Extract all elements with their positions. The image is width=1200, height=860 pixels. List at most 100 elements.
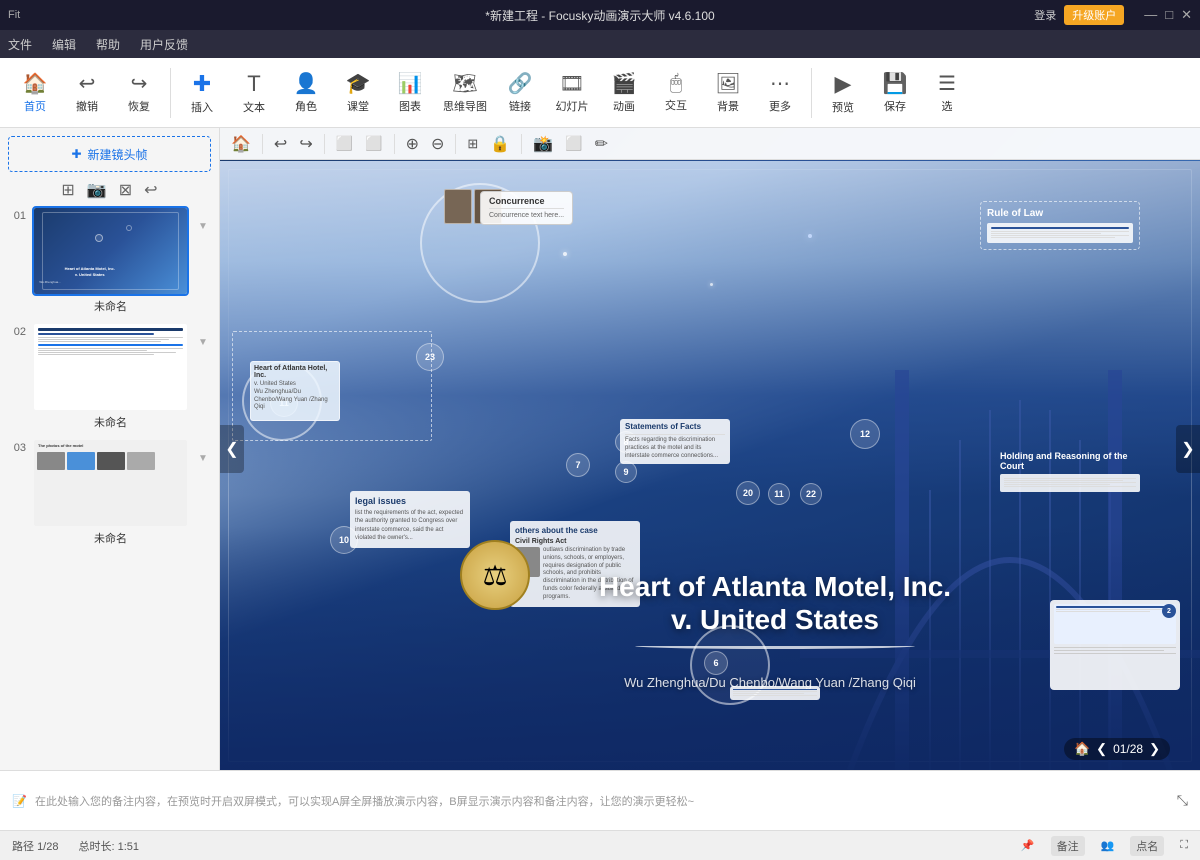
notes-icon: 📝 [12,794,27,808]
tool-select[interactable]: ☰ 选 [922,63,972,123]
node6-card[interactable] [730,686,820,700]
notes-button[interactable]: 备注 [1051,836,1085,856]
rotate-icon[interactable]: ↩ [144,180,157,200]
names-button[interactable]: 点名 [1130,836,1164,856]
node-9[interactable]: 9 [615,461,637,483]
node-2-card[interactable]: 2 [1050,600,1180,690]
tool-more[interactable]: ⋯ 更多 [755,63,805,123]
node-6[interactable]: 6 [704,651,728,675]
node-22[interactable]: 22 [800,483,822,505]
menu-help[interactable]: 帮助 [96,36,120,53]
new-slide-button[interactable]: ✚ 新建镜头帧 [8,136,211,172]
canvas-lock-icon[interactable]: 🔒 [487,132,513,156]
canvas-edit-icon[interactable]: ✏ [592,132,611,156]
rule-of-law-card[interactable]: Rule of Law [980,201,1140,250]
next-page-icon[interactable]: ❯ [1149,741,1160,757]
node-11b[interactable]: 11 [768,483,790,505]
canvas-camera-icon[interactable]: 📸 [530,132,556,156]
legal-issues-card[interactable]: legal issues list the requirements of th… [350,491,470,548]
canvas-zoomin-icon[interactable]: ⊕ [403,132,422,156]
canvas-area: 🏠 ↩ ↪ ⬜ ⬜ ⊕ ⊖ ⊞ 🔒 📸 ⬜ ✏ [220,128,1200,770]
canvas-grid-icon[interactable]: ⊞ [464,134,481,154]
canvas-zoomout-icon[interactable]: ⊖ [428,132,447,156]
tool-classroom-label: 课堂 [347,98,369,114]
toolbar: 🏠 首页 ↩ 撤销 ↪ 恢复 ✚ 插入 T 文本 👤 角色 🎓 课堂 📊 图表 … [0,58,1200,128]
slide-canvas-01: Heart of Atlanta Motel, Inc.v. United St… [34,208,187,294]
menu-edit[interactable]: 编辑 [52,36,76,53]
menu-feedback[interactable]: 用户反馈 [140,36,188,53]
slide-thumb-03[interactable]: The photos of the motel [32,438,189,528]
tool-text[interactable]: T 文本 [229,63,279,123]
node2-card-header [1054,604,1176,644]
slide-nav-right[interactable]: ❯ [1176,425,1200,473]
slide-label-03: 未命名 [32,530,189,546]
node-12[interactable]: 12 [850,419,880,449]
tool-classroom[interactable]: 🎓 课堂 [333,63,383,123]
slide-thumb-02[interactable] [32,322,189,412]
notes-text[interactable]: 在此处输入您的备注内容，在预览时开启双屏模式，可以实现A屏全屏播放演示内容，B屏… [35,793,1177,809]
tool-slideshow[interactable]: 🎞 幻灯片 [547,63,597,123]
nav-right-icon: ❯ [1181,439,1194,459]
tool-redo[interactable]: ↪ 恢复 [114,63,164,123]
tool-save-label: 保存 [884,98,906,114]
menu-file[interactable]: 文件 [8,36,32,53]
upgrade-button[interactable]: 升级账户 [1064,5,1124,25]
canvas-undo-icon[interactable]: ↩ [271,132,290,156]
slide-expand-03[interactable]: ▼ [195,453,211,464]
total-time: 总时长: 1:51 [78,838,139,854]
restore-button[interactable]: □ [1165,7,1173,23]
slide-item-03[interactable]: 03 The photos of the motel [8,438,211,546]
copy-frame-icon[interactable]: ⊞ [61,180,74,200]
node-20[interactable]: 20 [736,481,760,505]
tool-insert[interactable]: ✚ 插入 [177,63,227,123]
holding-card[interactable]: Holding and Reasoning of the Court [1000,451,1140,492]
prev-page-icon[interactable]: ❮ [1096,741,1107,757]
slide-thumb-01[interactable]: Heart of Atlanta Motel, Inc.v. United St… [32,206,189,296]
tool-interaction[interactable]: 🖱 交互 [651,63,701,123]
fit-label[interactable]: Fit [8,9,20,21]
concurrence-box[interactable]: Concurrence Concurrence text here... [480,191,573,225]
login-button[interactable]: 登录 [1034,7,1056,23]
fullscreen-icon[interactable]: ⛶ [1180,839,1188,852]
tool-home[interactable]: 🏠 首页 [10,63,60,123]
minimize-button[interactable]: — [1144,7,1157,23]
tool-undo[interactable]: ↩ 撤销 [62,63,112,123]
page-number: 01/28 [1113,742,1143,756]
notes-expand-icon[interactable]: ⤡ [1177,792,1188,809]
camera-icon[interactable]: 📷 [87,180,107,200]
tool-character[interactable]: 👤 角色 [281,63,331,123]
canvas-frame-icon[interactable]: ⬜ [333,133,356,154]
node-7[interactable]: 7 [566,453,590,477]
new-slide-label: 新建镜头帧 [88,146,148,163]
tool-background[interactable]: 🖼 背景 [703,63,753,123]
node-10[interactable]: 10 [330,526,358,554]
path-label: 路径 [12,841,34,853]
canvas-home-icon[interactable]: 🏠 [228,132,254,156]
close-button[interactable]: ✕ [1181,7,1192,23]
tool-animation[interactable]: 🎬 动画 [599,63,649,123]
node2-card-text [1054,647,1176,654]
home-icon: 🏠 [23,71,48,96]
tool-chart[interactable]: 📊 图表 [385,63,435,123]
tool-mindmap[interactable]: 🗺 思维导图 [437,63,493,123]
slide-content: Concurrence Concurrence text here... 23 … [220,161,1200,770]
tool-save[interactable]: 💾 保存 [870,63,920,123]
tool-more-label: 更多 [769,98,791,114]
home-bottom-icon[interactable]: 🏠 [1074,741,1090,757]
status-left: 路径 1/28 总时长: 1:51 [12,838,139,854]
slide-expand-01[interactable]: ▼ [195,221,211,232]
tool-link[interactable]: 🔗 链接 [495,63,545,123]
slide-item-02[interactable]: 02 [8,322,211,430]
canvas-frame2-icon[interactable]: ⬜ [362,133,385,154]
slide-expand-02[interactable]: ▼ [195,337,211,348]
slide-nav-left[interactable]: ❮ [220,425,244,473]
slide-item-01[interactable]: 01 Heart of Atlanta Motel, Inc.v. United… [8,206,211,314]
redo-icon: ↪ [131,71,148,96]
statements-card[interactable]: Statements of Facts Facts regarding the … [620,419,730,464]
left-card[interactable]: Heart of Atlanta Hotel, Inc. v. United S… [250,361,340,421]
canvas-export-icon[interactable]: ⬜ [562,133,585,154]
crop-icon[interactable]: ⊠ [119,180,132,200]
canvas-redo-icon[interactable]: ↪ [296,132,315,156]
select-icon: ☰ [938,71,956,96]
tool-preview[interactable]: ▶ 预览 [818,63,868,123]
